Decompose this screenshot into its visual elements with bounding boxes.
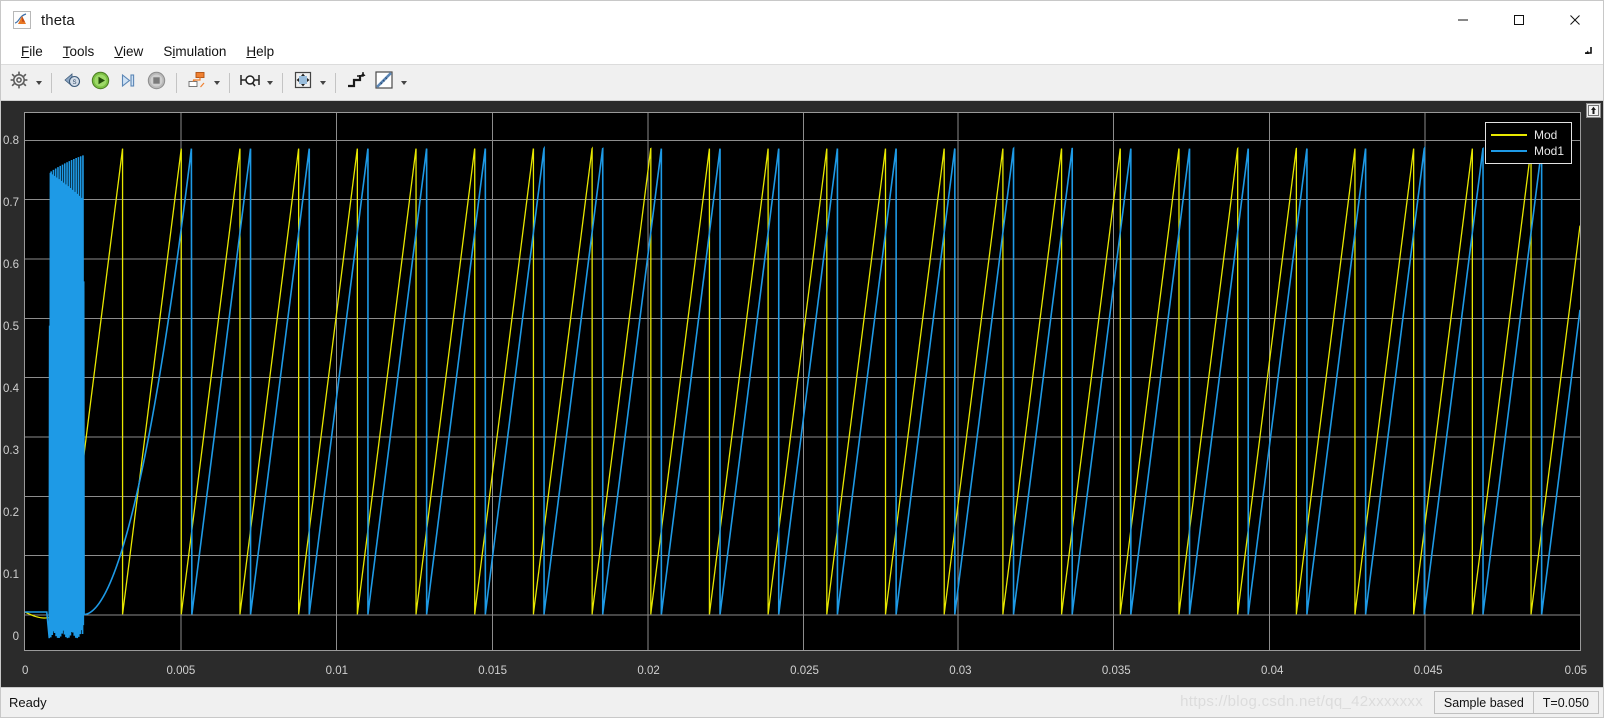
menu-simulation[interactable]: Simulation [153,42,236,61]
menu-help[interactable]: Help [236,42,284,61]
legend[interactable]: Mod Mod1 [1484,122,1572,164]
watermark-text: https://blog.csdn.net/qq_42xxxxxxx [1180,693,1423,710]
cursor-measure-icon [239,72,261,93]
legend-label-mod: Mod [1533,128,1558,142]
x-tick-label: 0.03 [949,665,972,677]
x-tick-label: 0.035 [1101,665,1131,677]
menu-bar: File Tools View Simulation Help [1,39,1603,65]
menu-tools-rest: ools [69,44,95,59]
simulink-step-back-button[interactable]: S [58,69,86,97]
configuration-dropdown-caret[interactable] [33,70,45,96]
waveform-svg [25,113,1580,650]
y-tick-label: 0.3 [3,444,19,457]
legend-label-mod1: Mod1 [1533,144,1564,158]
maximize-button[interactable] [1491,1,1547,39]
ruler-style-icon [374,70,394,95]
status-ready-text: Ready [9,695,47,710]
close-button[interactable] [1547,1,1603,39]
x-axis-labels: 0 0.005 0.01 0.015 0.02 0.025 0.03 0.035 0.04 0.0… [1,665,1603,681]
menu-tools[interactable]: Tools [53,42,105,61]
run-button[interactable] [86,69,114,97]
x-tick-label: 0.02 [637,665,660,677]
toolbar-separator [51,72,52,93]
legend-entry-1[interactable]: Mod1 [1490,143,1564,159]
y-axis-labels: 0 0.1 0.2 0.3 0.4 0.5 0.6 0.7 0.8 [1,101,22,687]
scope-display: 0 0.1 0.2 0.3 0.4 0.5 0.6 0.7 0.8 0 0.005 0.01 0.01… [1,101,1603,687]
stop-icon [147,71,166,95]
cursor-measurements-dropdown-caret[interactable] [264,70,276,96]
y-tick-label: 0.5 [3,320,19,333]
toolbar-separator [229,72,230,93]
x-tick-label: 0 [22,665,29,677]
gridlines [25,113,1580,650]
x-tick-label: 0.05 [1564,665,1587,677]
sample-mode-cell: Sample based [1433,691,1534,714]
y-tick-label: 0.6 [3,258,19,271]
app-icon [13,11,31,29]
legend-entry-0[interactable]: Mod [1490,127,1564,143]
menu-view-rest: iew [123,44,144,59]
step-back-icon: S [62,71,82,94]
legend-swatch-mod1 [1490,150,1527,152]
status-cells: Sample based T=0.050 [1433,691,1599,714]
minimize-button[interactable] [1435,1,1491,39]
signal-hierarchy-icon [187,71,207,94]
y-tick-label: 0.8 [3,134,19,147]
toolbar-separator [282,72,283,93]
window-controls [1435,1,1603,39]
plot-area[interactable]: Mod Mod1 [24,112,1581,651]
highlight-signal-button[interactable] [183,69,211,97]
x-tick-label: 0.005 [166,665,196,677]
style-button[interactable] [370,69,398,97]
step-forward-button[interactable] [114,69,142,97]
menu-file[interactable]: File [11,42,53,61]
cursor-measurements-button[interactable] [236,69,264,97]
menu-view[interactable]: View [104,42,153,61]
y-tick-label: 0.7 [3,196,19,209]
scope-window: theta File Tools View Simulation Help S … [0,0,1604,718]
toolbar: S [1,65,1603,101]
x-tick-label: 0.025 [790,665,819,677]
title-bar: theta [1,1,1603,39]
play-icon [91,71,110,95]
zoom-dropdown-caret[interactable] [317,70,329,96]
gear-icon [10,71,28,94]
stop-button[interactable] [142,69,170,97]
autoscale-icon [346,71,366,94]
menu-help-rest: elp [256,44,275,59]
signal-hierarchy-dropdown-caret[interactable] [211,70,223,96]
x-tick-label: 0.015 [478,665,508,677]
simulation-time-cell: T=0.050 [1533,691,1599,714]
legend-swatch-mod [1490,134,1527,136]
toolbar-separator [335,72,336,93]
svg-text:S: S [72,80,76,86]
menu-file-rest: ile [29,44,43,59]
style-dropdown-caret[interactable] [398,70,410,96]
status-bar: Ready https://blog.csdn.net/qq_42xxxxxxx… [1,687,1603,717]
toolbar-separator [176,72,177,93]
x-tick-label: 0.045 [1413,665,1443,677]
menu-simulation-rest: mulation [175,44,227,59]
step-forward-icon [119,71,138,95]
y-tick-label: 0.4 [3,382,19,395]
x-tick-label: 0.01 [325,665,348,677]
restore-arrow-icon[interactable] [1579,43,1595,59]
x-tick-label: 0.04 [1260,665,1284,677]
y-tick-label: 0.1 [3,568,19,581]
trace-mod1 [25,145,1580,639]
configuration-properties-button[interactable] [5,69,33,97]
zoom-button[interactable] [289,69,317,97]
y-tick-label: 0.2 [3,506,19,519]
autoscale-button[interactable] [342,69,370,97]
y-tick-label: 0 [12,630,19,643]
zoom-fit-icon [293,70,313,95]
window-title: theta [41,11,75,29]
undock-icon[interactable] [1586,103,1601,118]
